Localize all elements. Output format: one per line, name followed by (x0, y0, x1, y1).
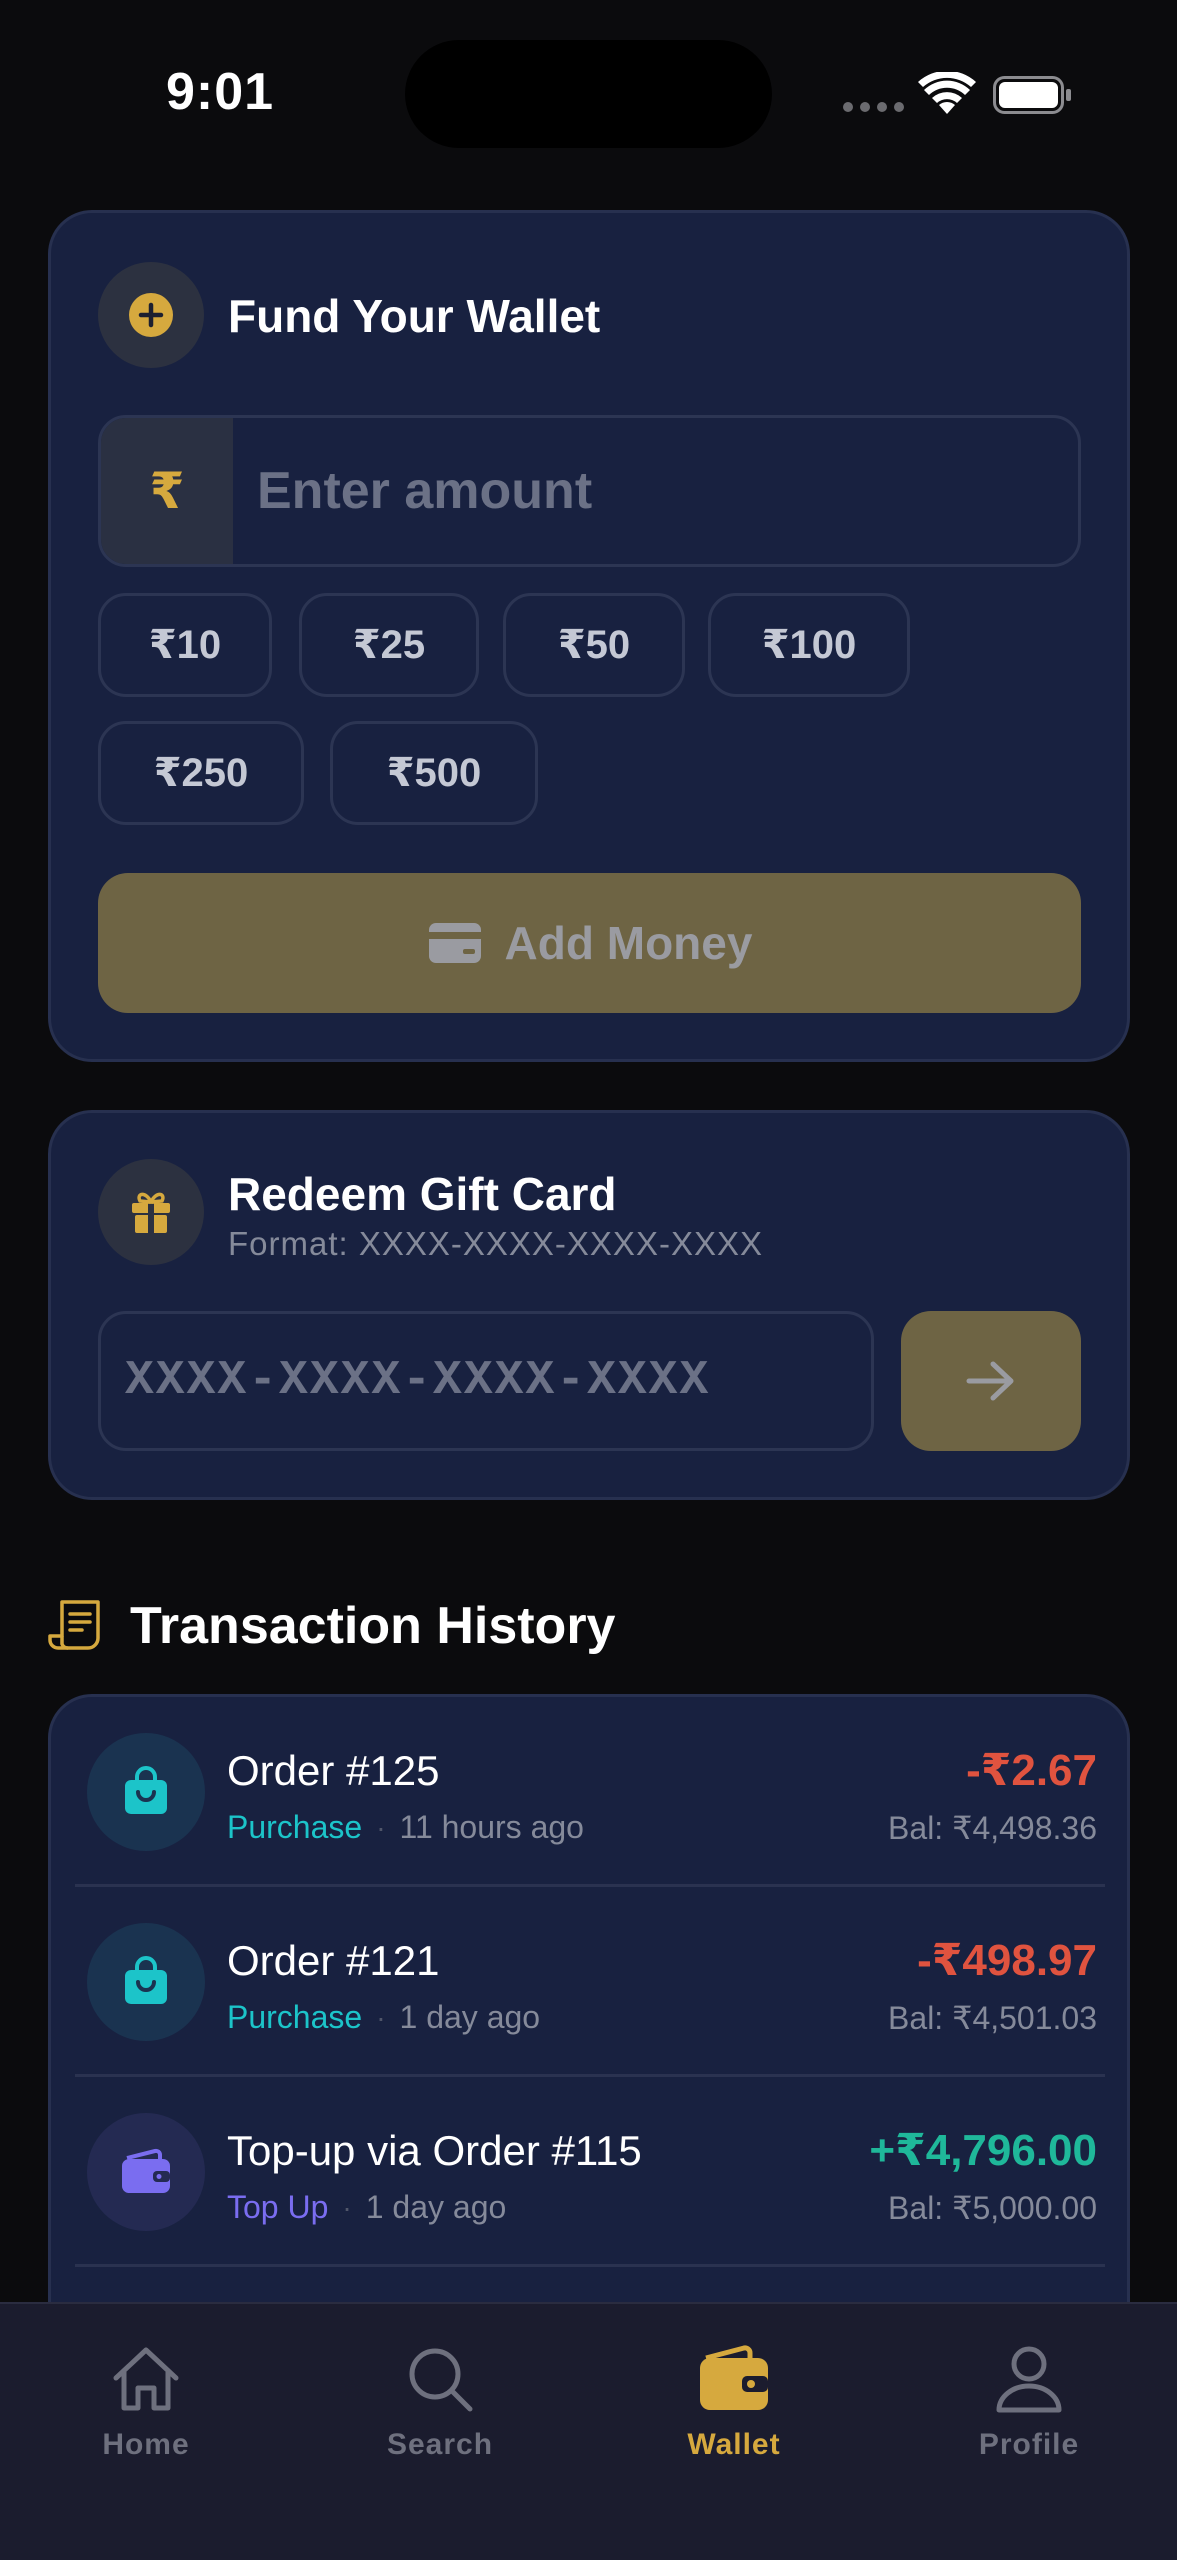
redeem-submit-button[interactable] (901, 1311, 1081, 1451)
fund-wallet-title: Fund Your Wallet (228, 290, 601, 342)
redeem-gift-card-card: Redeem Gift Card Format: XXXX-XXXX-XXXX-… (48, 1110, 1130, 1500)
transaction-amount: +₹4,796.00 (869, 2126, 1097, 2175)
transaction-amount: -₹2.67 (966, 1746, 1097, 1795)
wallet-icon (87, 2113, 205, 2231)
tab-profile-label: Profile (978, 2428, 1080, 2461)
redeem-format-hint: Format: XXXX-XXXX-XXXX-XXXX (228, 1225, 763, 1262)
amount-input[interactable] (233, 418, 1078, 564)
wallet-icon (700, 2345, 768, 2410)
currency-symbol: ₹ (101, 418, 233, 564)
transaction-history-title: Transaction History (130, 1597, 616, 1655)
quick-amount-50[interactable]: ₹50 (503, 593, 685, 697)
shopping-bag-icon (87, 1923, 205, 2041)
add-money-label: Add Money (504, 917, 753, 969)
transaction-name: Order #121 (227, 1937, 440, 1984)
transaction-time: 1 day ago (365, 2189, 507, 2225)
tab-wallet-label: Wallet (687, 2428, 781, 2461)
transaction-row[interactable]: Order #125 Purchase · 11 hours ago -₹2.6… (51, 1697, 1127, 1887)
transaction-row[interactable]: Top-up via Order #115 Top Up · 1 day ago… (51, 2077, 1127, 2267)
transaction-meta: Purchase · 1 day ago (227, 1999, 540, 2036)
transaction-meta: Purchase · 11 hours ago (227, 1809, 584, 1846)
gift-icon (98, 1159, 204, 1265)
add-money-button[interactable]: Add Money (98, 873, 1081, 1013)
status-time: 9:01 (166, 63, 275, 121)
transaction-type: Purchase (227, 1809, 363, 1845)
transaction-list: Order #125 Purchase · 11 hours ago -₹2.6… (48, 1694, 1130, 2394)
home-icon (113, 2347, 179, 2411)
transaction-balance: Bal: ₹4,501.03 (888, 2000, 1097, 2036)
transaction-amount: -₹498.97 (917, 1936, 1097, 1985)
separator-dot: · (376, 1811, 386, 1843)
quick-amount-100[interactable]: ₹100 (708, 593, 910, 697)
separator-dot: · (376, 2001, 386, 2033)
transaction-name: Top-up via Order #115 (227, 2127, 642, 2174)
credit-card-icon (428, 923, 481, 963)
amount-field[interactable]: ₹ (98, 415, 1081, 567)
redeem-title: Redeem Gift Card (228, 1168, 617, 1220)
profile-icon (996, 2346, 1062, 2413)
transaction-name: Order #125 (227, 1747, 440, 1794)
tab-profile[interactable]: Profile (929, 2342, 1129, 2472)
add-circle-icon (98, 262, 204, 368)
transaction-time: 11 hours ago (399, 1809, 584, 1845)
transaction-meta: Top Up · 1 day ago (227, 2189, 506, 2226)
tab-wallet[interactable]: Wallet (634, 2342, 834, 2472)
wallet-screen: 9:01 Fund Your Wallet ₹ Enter amount ₹10… (0, 0, 1177, 2560)
bottom-tab-bar: Home Search Wallet Profile (0, 2302, 1177, 2560)
transaction-row[interactable]: Order #121 Purchase · 1 day ago -₹498.97… (51, 1887, 1127, 2077)
quick-amount-10[interactable]: ₹10 (98, 593, 272, 697)
shopping-bag-icon (87, 1733, 205, 1851)
transaction-balance: Bal: ₹4,498.36 (888, 1810, 1097, 1846)
search-icon (409, 2348, 473, 2412)
status-bar: 9:01 (0, 0, 1177, 190)
transaction-history-header: Transaction History (48, 1596, 615, 1656)
cellular-signal-icon (843, 102, 904, 112)
transaction-balance: Bal: ₹5,000.00 (888, 2190, 1097, 2226)
row-divider (75, 2264, 1105, 2267)
transaction-time: 1 day ago (399, 1999, 541, 2035)
tab-home[interactable]: Home (46, 2342, 246, 2472)
fund-wallet-card: Fund Your Wallet ₹ ₹10 ₹25 ₹50 ₹100 ₹250… (48, 210, 1130, 1062)
tab-search[interactable]: Search (340, 2342, 540, 2472)
receipt-icon (48, 1600, 100, 1650)
quick-amount-500[interactable]: ₹500 (330, 721, 538, 825)
quick-amount-250[interactable]: ₹250 (98, 721, 304, 825)
transaction-type: Purchase (227, 1999, 363, 2035)
wifi-icon (918, 72, 976, 114)
tab-home-label: Home (102, 2428, 190, 2461)
tab-search-label: Search (386, 2428, 494, 2461)
dynamic-island (405, 40, 772, 148)
battery-icon (993, 76, 1071, 114)
quick-amount-25[interactable]: ₹25 (299, 593, 479, 697)
arrow-right-icon (966, 1361, 1014, 1401)
gift-code-input[interactable] (98, 1311, 874, 1451)
transaction-type: Top Up (227, 2189, 329, 2225)
separator-dot: · (342, 2191, 352, 2223)
